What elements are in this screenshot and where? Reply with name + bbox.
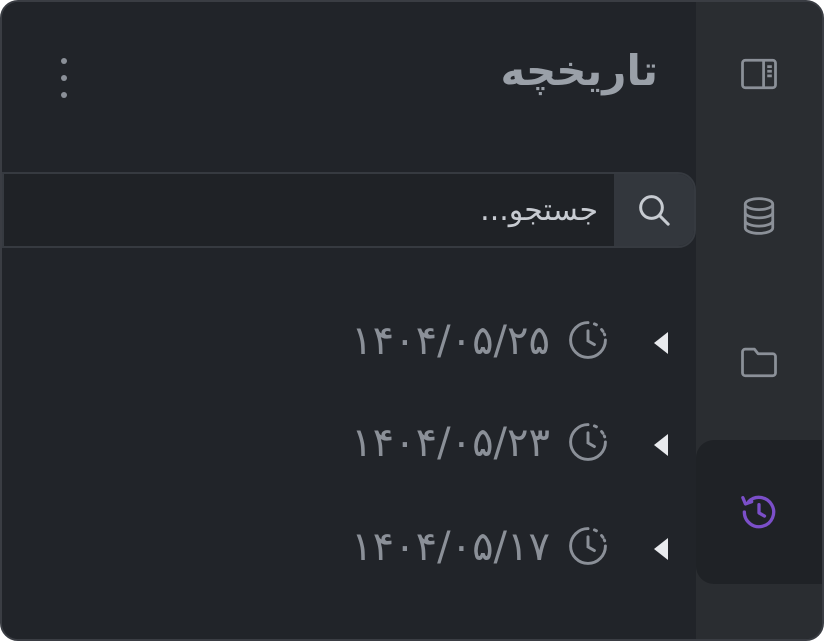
app-window: تاریخچه ۱۴۰۴/۰۵ [0,0,824,641]
panel-icon [741,58,777,90]
history-icon [741,495,776,529]
expand-arrow-icon[interactable] [654,434,668,456]
search-button[interactable] [614,174,694,246]
expand-arrow-icon[interactable] [654,538,668,560]
search-input[interactable] [38,174,598,246]
rail-item-panel[interactable] [696,38,822,110]
history-item[interactable]: ۱۴۰۴/۰۵/۱۷ [268,520,668,580]
panel-title: تاریخچه [500,46,659,95]
clock-icon [566,524,610,568]
history-panel: تاریخچه ۱۴۰۴/۰۵ [2,2,698,639]
more-options-icon[interactable] [50,58,78,98]
folder-icon [741,347,777,378]
search-icon [639,195,670,226]
rail-item-folder[interactable] [696,326,822,398]
history-item-label: ۱۴۰۴/۰۵/۲۵ [351,318,550,364]
rail-item-database[interactable] [696,180,822,252]
database-icon [743,197,775,235]
clock-icon [566,420,610,464]
history-item-label: ۱۴۰۴/۰۵/۱۷ [351,524,550,570]
history-item[interactable]: ۱۴۰۴/۰۵/۲۵ [268,314,668,374]
activity-rail [696,2,822,639]
expand-arrow-icon[interactable] [654,332,668,354]
rail-item-history[interactable] [696,440,822,584]
search-bar [2,172,696,248]
clock-icon [566,318,610,362]
history-item[interactable]: ۱۴۰۴/۰۵/۲۳ [268,416,668,476]
history-item-label: ۱۴۰۴/۰۵/۲۳ [351,420,550,466]
